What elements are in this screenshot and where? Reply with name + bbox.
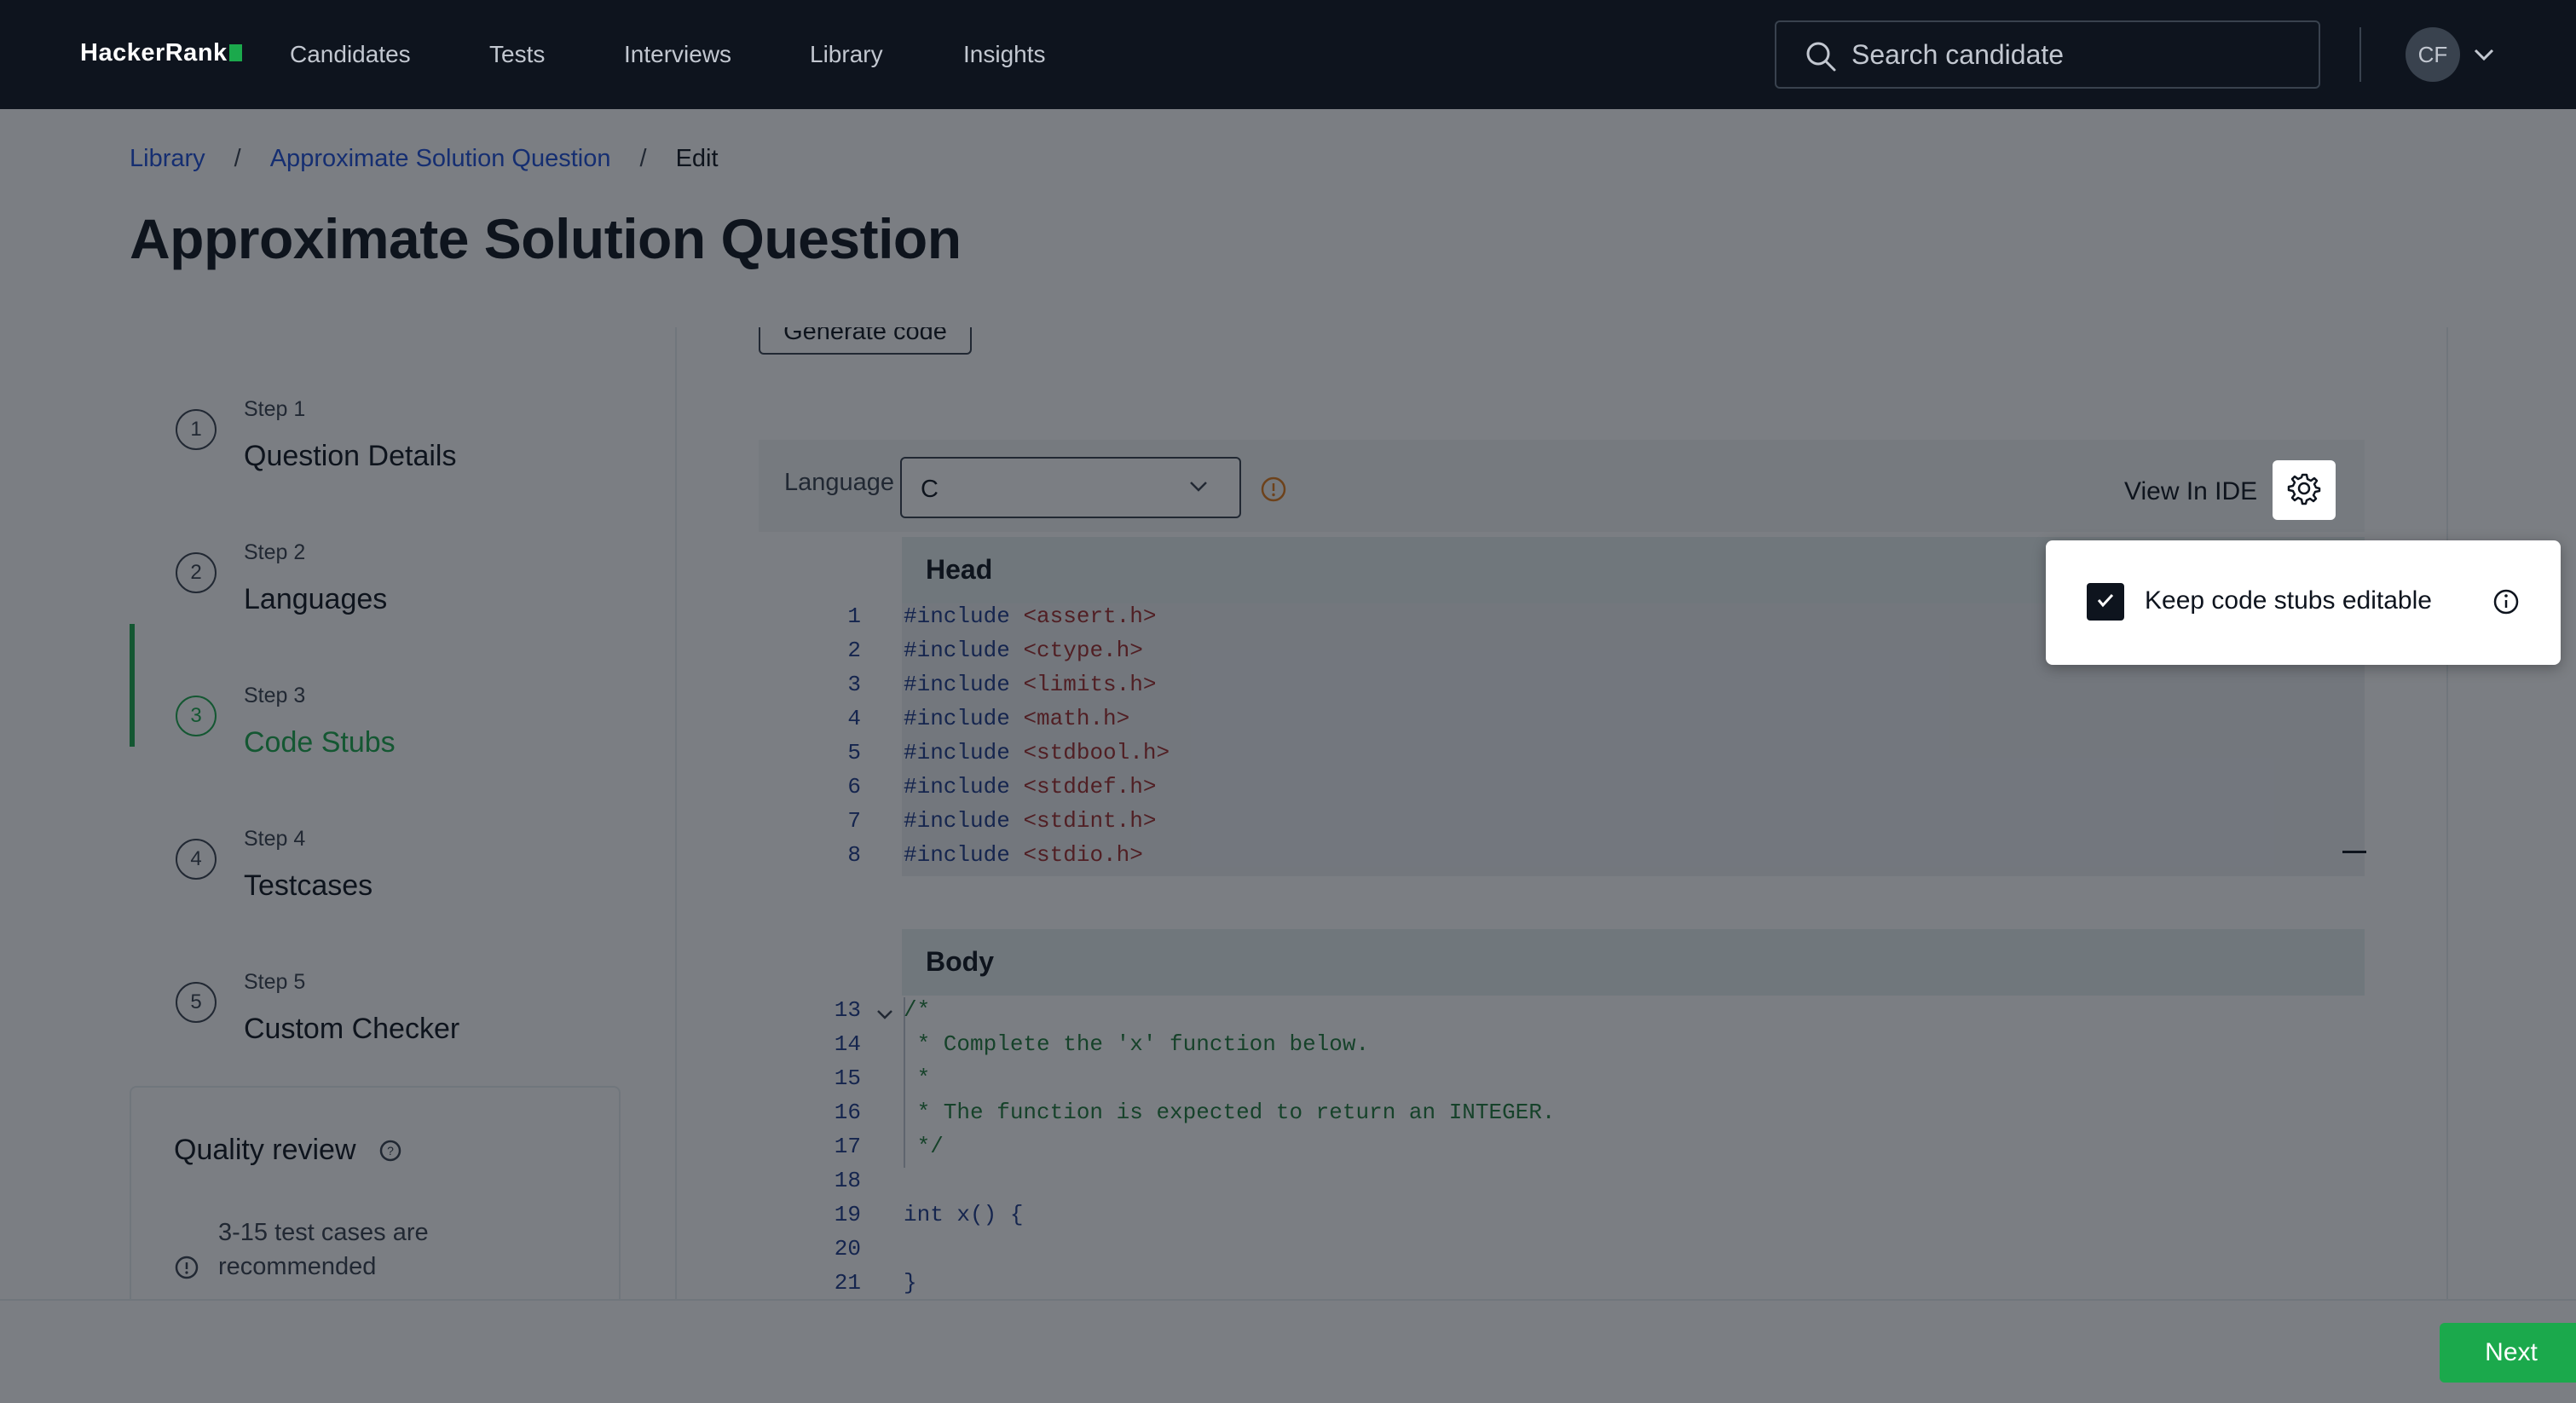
help-icon[interactable]: ? [378, 1139, 402, 1167]
info-icon [174, 1255, 199, 1285]
nav-link-tests[interactable]: Tests [489, 41, 545, 68]
step-label: Step 5 [244, 970, 306, 994]
search-icon [1804, 39, 1838, 78]
step-custom-checker[interactable]: 5 Step 5 Custom Checker [130, 934, 675, 1054]
step-number: 5 [176, 982, 217, 1023]
top-nav: HackerRank Candidates Tests Interviews L… [0, 0, 2576, 109]
settings-button[interactable] [2273, 460, 2336, 520]
step-title: Custom Checker [244, 1013, 460, 1045]
step-number: 1 [176, 409, 217, 450]
next-button[interactable]: Next [2440, 1323, 2576, 1383]
settings-popover: Keep code stubs editable [2046, 540, 2561, 665]
step-label: Step 4 [244, 827, 306, 851]
step-title: Code Stubs [244, 726, 396, 759]
breadcrumb-current: Edit [675, 145, 719, 172]
chevron-down-icon[interactable] [2472, 43, 2496, 71]
breadcrumb-separator: / [639, 145, 647, 172]
chevron-down-icon [1187, 474, 1210, 502]
right-divider [2446, 327, 2448, 1299]
collapse-icon[interactable] [2342, 851, 2366, 853]
step-testcases[interactable]: 4 Step 4 Testcases [130, 791, 675, 910]
step-languages[interactable]: 2 Step 2 Languages [130, 505, 675, 624]
gear-icon [2287, 471, 2321, 510]
nav-link-candidates[interactable]: Candidates [290, 41, 411, 68]
language-bar: Language C View In IDE [759, 440, 2365, 532]
search-box [1775, 20, 2320, 89]
hackerrank-logo[interactable]: HackerRank [80, 39, 242, 67]
step-title: Languages [244, 583, 388, 615]
language-value: C [921, 476, 939, 503]
head-section-label: Head [926, 554, 993, 585]
svg-text:?: ? [387, 1144, 394, 1158]
nav-link-library[interactable]: Library [810, 41, 883, 68]
logo-text: HackerRank [80, 39, 228, 66]
step-question-details[interactable]: 1 Step 1 Question Details [130, 361, 675, 481]
main-divider [675, 327, 677, 1299]
info-icon[interactable] [2491, 586, 2521, 621]
step-label: Step 1 [244, 397, 306, 421]
step-title: Question Details [244, 440, 457, 472]
nav-link-interviews[interactable]: Interviews [624, 41, 731, 68]
view-in-ide-link[interactable]: View In IDE [2124, 477, 2257, 506]
step-code-stubs[interactable]: 3 Step 3 Code Stubs [130, 648, 675, 767]
quality-review-item: 3-15 test cases are recommended [218, 1219, 429, 1280]
step-number: 2 [176, 552, 217, 593]
step-title: Testcases [244, 869, 373, 902]
step-number: 3 [176, 696, 217, 736]
warning-icon[interactable] [1260, 476, 1287, 507]
breadcrumb-separator: / [234, 145, 241, 172]
keep-editable-label[interactable]: Keep code stubs editable [2145, 586, 2432, 615]
nav-divider [2359, 27, 2361, 82]
keep-editable-checkbox[interactable] [2087, 583, 2124, 621]
nav-link-insights[interactable]: Insights [963, 41, 1046, 68]
checkmark-icon [2094, 589, 2117, 615]
step-label: Step 3 [244, 684, 306, 707]
logo-mark-icon [228, 44, 242, 61]
fold-chevron-icon[interactable] [875, 1004, 895, 1029]
step-number: 4 [176, 839, 217, 880]
footer-bar [0, 1299, 2576, 1403]
body-section-label: Body [926, 946, 994, 977]
breadcrumb-library[interactable]: Library [130, 145, 205, 173]
body-section-header: Body [902, 929, 2365, 996]
quality-review-title: Quality review [174, 1134, 356, 1166]
avatar[interactable]: CF [2406, 27, 2460, 82]
scroll-mask [677, 285, 2446, 327]
breadcrumb: Library / Approximate Solution Question … [130, 145, 719, 173]
step-label: Step 2 [244, 540, 306, 564]
breadcrumb-question[interactable]: Approximate Solution Question [270, 145, 611, 173]
search-input[interactable] [1851, 38, 2295, 72]
page-title: Approximate Solution Question [130, 207, 962, 270]
language-label: Language [784, 469, 895, 496]
